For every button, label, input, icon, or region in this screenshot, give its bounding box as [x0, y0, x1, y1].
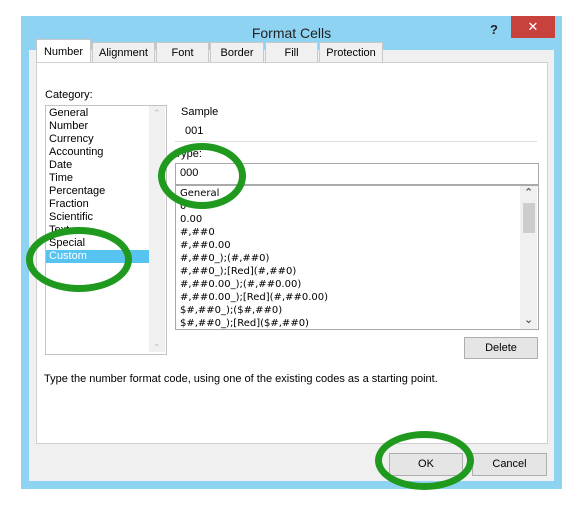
format-item[interactable]: General	[180, 187, 219, 200]
dialog-title: Format Cells	[251, 25, 332, 41]
close-button[interactable]: ✕	[511, 16, 555, 38]
delete-button[interactable]: Delete	[464, 337, 538, 359]
scroll-thumb[interactable]	[523, 203, 535, 233]
category-item-general[interactable]: General	[49, 107, 88, 120]
category-item-accounting[interactable]: Accounting	[49, 146, 103, 159]
format-item[interactable]: #,##0.00_);[Red](#,##0.00)	[180, 291, 328, 304]
format-item[interactable]: #,##0.00_);(#,##0.00)	[180, 278, 301, 291]
sample-value: 001	[185, 125, 204, 137]
type-label: Type:	[175, 148, 202, 160]
format-item[interactable]: #,##0_);[Red](#,##0)	[180, 265, 296, 278]
cancel-button[interactable]: Cancel	[472, 453, 547, 476]
hint-text: Type the number format code, using one o…	[44, 373, 438, 385]
ok-button[interactable]: OK	[389, 453, 463, 476]
scroll-up-icon[interactable]: ⌃	[524, 186, 533, 199]
category-item-percentage[interactable]: Percentage	[49, 185, 105, 198]
format-item[interactable]: 0	[180, 200, 186, 213]
category-item-number[interactable]: Number	[49, 120, 88, 133]
sample-box: 001	[175, 116, 537, 140]
divider	[175, 141, 537, 142]
category-list[interactable]: General Number Currency Accounting Date …	[45, 105, 167, 355]
category-item-scientific[interactable]: Scientific	[49, 211, 93, 224]
format-list-scrollbar[interactable]: ⌃ ⌄	[520, 186, 537, 329]
tab-fill[interactable]: Fill	[265, 42, 318, 63]
type-input[interactable]: 000	[175, 163, 539, 185]
tab-border[interactable]: Border	[210, 42, 264, 63]
scroll-up-icon[interactable]: ⌃	[153, 108, 161, 119]
tab-protection[interactable]: Protection	[319, 42, 383, 63]
scroll-down-icon[interactable]: ⌄	[524, 313, 533, 326]
tab-number[interactable]: Number	[36, 39, 91, 64]
category-label: Category:	[45, 89, 93, 101]
format-item[interactable]: #,##0.00	[180, 239, 231, 252]
category-item-custom[interactable]: Custom	[46, 250, 150, 263]
format-item[interactable]: $#,##0_);[Red]($#,##0)	[180, 317, 309, 329]
category-item-special[interactable]: Special	[49, 237, 85, 250]
format-code-list[interactable]: General 0 0.00 #,##0 #,##0.00 #,##0_);(#…	[175, 185, 539, 330]
category-item-time[interactable]: Time	[49, 172, 73, 185]
category-item-fraction[interactable]: Fraction	[49, 198, 89, 211]
category-item-currency[interactable]: Currency	[49, 133, 94, 146]
format-item[interactable]: 0.00	[180, 213, 202, 226]
type-input-value: 000	[180, 167, 199, 179]
format-item[interactable]: #,##0_);(#,##0)	[180, 252, 269, 265]
tab-font[interactable]: Font	[156, 42, 209, 63]
category-item-text[interactable]: Text	[49, 224, 69, 237]
format-item[interactable]: #,##0	[180, 226, 215, 239]
help-button[interactable]: ?	[490, 22, 498, 37]
category-item-date[interactable]: Date	[49, 159, 72, 172]
scroll-down-icon[interactable]: ⌄	[153, 338, 161, 349]
tab-alignment[interactable]: Alignment	[92, 42, 155, 63]
format-item[interactable]: $#,##0_);($#,##0)	[180, 304, 282, 317]
category-scrollbar[interactable]: ⌃ ⌄	[149, 106, 165, 352]
